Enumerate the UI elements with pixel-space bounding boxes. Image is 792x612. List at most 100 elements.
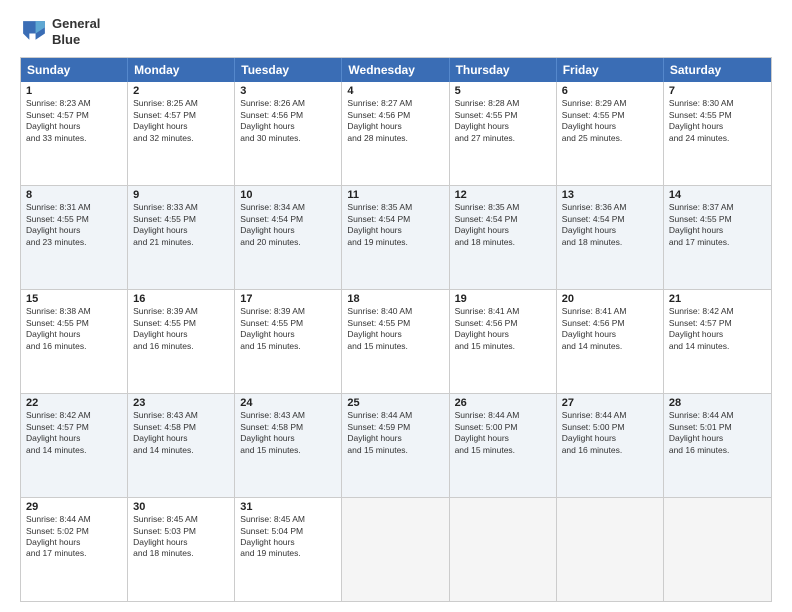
cell-info: Sunrise: 8:33 AMSunset: 4:55 PMDaylight …: [133, 202, 229, 248]
day-number: 18: [347, 293, 443, 305]
cell-info: Sunrise: 8:44 AMSunset: 5:01 PMDaylight …: [669, 410, 766, 456]
day-number: 25: [347, 397, 443, 409]
cell-info: Sunrise: 8:45 AMSunset: 5:03 PMDaylight …: [133, 514, 229, 560]
day-number: 11: [347, 189, 443, 201]
calendar-row-0: 1Sunrise: 8:23 AMSunset: 4:57 PMDaylight…: [21, 82, 771, 185]
day-number: 22: [26, 397, 122, 409]
cell-info: Sunrise: 8:45 AMSunset: 5:04 PMDaylight …: [240, 514, 336, 560]
calendar-row-1: 8Sunrise: 8:31 AMSunset: 4:55 PMDaylight…: [21, 185, 771, 289]
cell-info: Sunrise: 8:40 AMSunset: 4:55 PMDaylight …: [347, 306, 443, 352]
page: General Blue SundayMondayTuesdayWednesda…: [0, 0, 792, 612]
cell-info: Sunrise: 8:27 AMSunset: 4:56 PMDaylight …: [347, 98, 443, 144]
calendar-cell: 19Sunrise: 8:41 AMSunset: 4:56 PMDayligh…: [450, 290, 557, 393]
calendar-cell: 24Sunrise: 8:43 AMSunset: 4:58 PMDayligh…: [235, 394, 342, 497]
cell-info: Sunrise: 8:44 AMSunset: 4:59 PMDaylight …: [347, 410, 443, 456]
calendar-cell: 17Sunrise: 8:39 AMSunset: 4:55 PMDayligh…: [235, 290, 342, 393]
calendar-header: SundayMondayTuesdayWednesdayThursdayFrid…: [21, 58, 771, 82]
day-number: 24: [240, 397, 336, 409]
day-number: 2: [133, 85, 229, 97]
calendar-cell: 7Sunrise: 8:30 AMSunset: 4:55 PMDaylight…: [664, 82, 771, 185]
day-header-tuesday: Tuesday: [235, 58, 342, 82]
calendar-cell: 18Sunrise: 8:40 AMSunset: 4:55 PMDayligh…: [342, 290, 449, 393]
logo: General Blue: [20, 16, 100, 47]
day-number: 17: [240, 293, 336, 305]
calendar-cell: 29Sunrise: 8:44 AMSunset: 5:02 PMDayligh…: [21, 498, 128, 601]
calendar-cell: 1Sunrise: 8:23 AMSunset: 4:57 PMDaylight…: [21, 82, 128, 185]
header: General Blue: [20, 16, 772, 47]
calendar-cell: 15Sunrise: 8:38 AMSunset: 4:55 PMDayligh…: [21, 290, 128, 393]
cell-info: Sunrise: 8:38 AMSunset: 4:55 PMDaylight …: [26, 306, 122, 352]
cell-info: Sunrise: 8:34 AMSunset: 4:54 PMDaylight …: [240, 202, 336, 248]
calendar-cell: 30Sunrise: 8:45 AMSunset: 5:03 PMDayligh…: [128, 498, 235, 601]
cell-info: Sunrise: 8:30 AMSunset: 4:55 PMDaylight …: [669, 98, 766, 144]
calendar-cell: 21Sunrise: 8:42 AMSunset: 4:57 PMDayligh…: [664, 290, 771, 393]
day-number: 28: [669, 397, 766, 409]
day-header-monday: Monday: [128, 58, 235, 82]
cell-info: Sunrise: 8:41 AMSunset: 4:56 PMDaylight …: [562, 306, 658, 352]
calendar-cell: 8Sunrise: 8:31 AMSunset: 4:55 PMDaylight…: [21, 186, 128, 289]
cell-info: Sunrise: 8:28 AMSunset: 4:55 PMDaylight …: [455, 98, 551, 144]
cell-info: Sunrise: 8:44 AMSunset: 5:02 PMDaylight …: [26, 514, 122, 560]
day-number: 13: [562, 189, 658, 201]
cell-info: Sunrise: 8:29 AMSunset: 4:55 PMDaylight …: [562, 98, 658, 144]
cell-info: Sunrise: 8:35 AMSunset: 4:54 PMDaylight …: [455, 202, 551, 248]
cell-info: Sunrise: 8:41 AMSunset: 4:56 PMDaylight …: [455, 306, 551, 352]
calendar-cell: 31Sunrise: 8:45 AMSunset: 5:04 PMDayligh…: [235, 498, 342, 601]
calendar-cell: 14Sunrise: 8:37 AMSunset: 4:55 PMDayligh…: [664, 186, 771, 289]
day-number: 12: [455, 189, 551, 201]
cell-info: Sunrise: 8:42 AMSunset: 4:57 PMDaylight …: [26, 410, 122, 456]
logo-icon: [20, 18, 48, 46]
day-number: 9: [133, 189, 229, 201]
day-number: 20: [562, 293, 658, 305]
calendar-cell: 26Sunrise: 8:44 AMSunset: 5:00 PMDayligh…: [450, 394, 557, 497]
calendar-cell: 20Sunrise: 8:41 AMSunset: 4:56 PMDayligh…: [557, 290, 664, 393]
calendar-cell: 2Sunrise: 8:25 AMSunset: 4:57 PMDaylight…: [128, 82, 235, 185]
cell-info: Sunrise: 8:26 AMSunset: 4:56 PMDaylight …: [240, 98, 336, 144]
day-number: 10: [240, 189, 336, 201]
calendar-cell: [450, 498, 557, 601]
cell-info: Sunrise: 8:39 AMSunset: 4:55 PMDaylight …: [240, 306, 336, 352]
calendar-cell: 13Sunrise: 8:36 AMSunset: 4:54 PMDayligh…: [557, 186, 664, 289]
day-number: 8: [26, 189, 122, 201]
day-number: 23: [133, 397, 229, 409]
calendar-cell: 9Sunrise: 8:33 AMSunset: 4:55 PMDaylight…: [128, 186, 235, 289]
calendar-cell: 3Sunrise: 8:26 AMSunset: 4:56 PMDaylight…: [235, 82, 342, 185]
cell-info: Sunrise: 8:44 AMSunset: 5:00 PMDaylight …: [455, 410, 551, 456]
day-number: 3: [240, 85, 336, 97]
calendar-cell: 11Sunrise: 8:35 AMSunset: 4:54 PMDayligh…: [342, 186, 449, 289]
day-header-thursday: Thursday: [450, 58, 557, 82]
day-number: 14: [669, 189, 766, 201]
cell-info: Sunrise: 8:44 AMSunset: 5:00 PMDaylight …: [562, 410, 658, 456]
day-number: 26: [455, 397, 551, 409]
cell-info: Sunrise: 8:43 AMSunset: 4:58 PMDaylight …: [133, 410, 229, 456]
calendar-cell: 27Sunrise: 8:44 AMSunset: 5:00 PMDayligh…: [557, 394, 664, 497]
day-header-saturday: Saturday: [664, 58, 771, 82]
day-number: 29: [26, 501, 122, 513]
cell-info: Sunrise: 8:42 AMSunset: 4:57 PMDaylight …: [669, 306, 766, 352]
calendar-cell: 22Sunrise: 8:42 AMSunset: 4:57 PMDayligh…: [21, 394, 128, 497]
calendar-cell: [664, 498, 771, 601]
day-number: 31: [240, 501, 336, 513]
calendar-cell: 4Sunrise: 8:27 AMSunset: 4:56 PMDaylight…: [342, 82, 449, 185]
day-header-wednesday: Wednesday: [342, 58, 449, 82]
calendar-cell: [557, 498, 664, 601]
calendar-cell: 25Sunrise: 8:44 AMSunset: 4:59 PMDayligh…: [342, 394, 449, 497]
day-header-friday: Friday: [557, 58, 664, 82]
calendar-body: 1Sunrise: 8:23 AMSunset: 4:57 PMDaylight…: [21, 82, 771, 601]
day-number: 19: [455, 293, 551, 305]
day-number: 5: [455, 85, 551, 97]
cell-info: Sunrise: 8:39 AMSunset: 4:55 PMDaylight …: [133, 306, 229, 352]
calendar-cell: 23Sunrise: 8:43 AMSunset: 4:58 PMDayligh…: [128, 394, 235, 497]
day-number: 21: [669, 293, 766, 305]
logo-text: General Blue: [52, 16, 100, 47]
cell-info: Sunrise: 8:36 AMSunset: 4:54 PMDaylight …: [562, 202, 658, 248]
day-number: 1: [26, 85, 122, 97]
day-number: 16: [133, 293, 229, 305]
day-number: 4: [347, 85, 443, 97]
day-number: 7: [669, 85, 766, 97]
calendar-cell: 16Sunrise: 8:39 AMSunset: 4:55 PMDayligh…: [128, 290, 235, 393]
cell-info: Sunrise: 8:35 AMSunset: 4:54 PMDaylight …: [347, 202, 443, 248]
calendar-row-2: 15Sunrise: 8:38 AMSunset: 4:55 PMDayligh…: [21, 289, 771, 393]
day-number: 6: [562, 85, 658, 97]
calendar-cell: [342, 498, 449, 601]
